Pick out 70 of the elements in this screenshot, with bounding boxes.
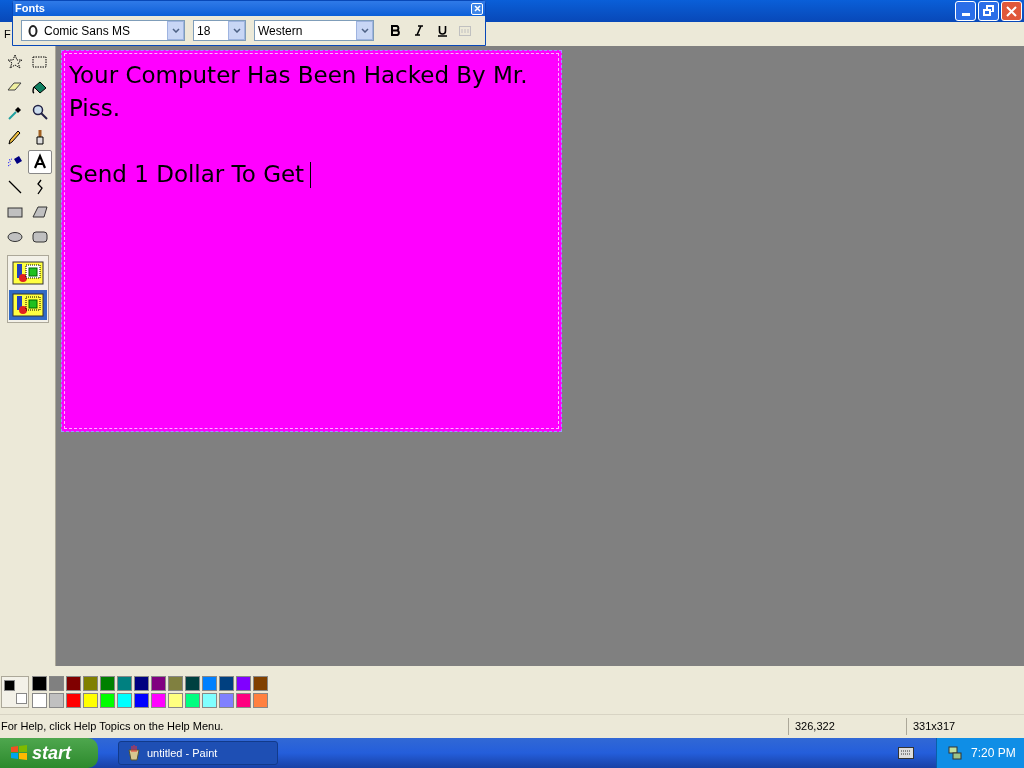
color-swatch[interactable] xyxy=(236,693,251,708)
underline-icon xyxy=(437,24,447,37)
network-icon[interactable] xyxy=(947,745,963,761)
rectangle-selection-icon xyxy=(31,53,49,71)
minimize-button[interactable] xyxy=(955,1,976,21)
canvas-text: Your Computer Has Been Hacked By Mr. xyxy=(69,61,528,90)
keyboard-icon[interactable] xyxy=(898,747,914,759)
color-swatch[interactable] xyxy=(202,676,217,691)
cursor-position: 326,322 xyxy=(788,718,906,735)
color-swatch[interactable] xyxy=(83,676,98,691)
color-swatch[interactable] xyxy=(32,693,47,708)
rounded-rectangle-icon xyxy=(31,228,49,246)
bold-icon xyxy=(391,25,401,36)
foreground-color-swatch[interactable] xyxy=(4,680,15,691)
line-icon xyxy=(6,178,24,196)
color-swatch[interactable] xyxy=(219,693,234,708)
status-help-text: For Help, click Help Topics on the Help Menu. xyxy=(0,719,225,735)
close-icon xyxy=(1006,5,1017,17)
color-swatch[interactable] xyxy=(236,676,251,691)
vertical-text-icon xyxy=(459,25,471,36)
color-swatch[interactable] xyxy=(151,693,166,708)
polygon-icon xyxy=(31,203,49,221)
color-swatch[interactable] xyxy=(100,693,115,708)
color-swatch[interactable] xyxy=(49,693,64,708)
paint-cup-icon xyxy=(127,745,141,761)
script-dropdown[interactable]: Western xyxy=(254,20,374,41)
font-dropdown[interactable]: Comic Sans MS xyxy=(21,20,185,41)
color-swatch[interactable] xyxy=(219,676,234,691)
color-swatch[interactable] xyxy=(253,693,268,708)
color-swatch[interactable] xyxy=(49,676,64,691)
color-swatch[interactable] xyxy=(117,693,132,708)
color-swatch[interactable] xyxy=(32,676,47,691)
color-selector[interactable] xyxy=(1,676,29,708)
color-swatch[interactable] xyxy=(168,676,183,691)
color-swatch[interactable] xyxy=(185,676,200,691)
close-icon xyxy=(473,5,481,12)
canvas-text: Send 1 Dollar To Get xyxy=(69,160,305,189)
close-button[interactable] xyxy=(1001,1,1022,21)
transparency-option[interactable] xyxy=(8,290,47,320)
star-selection-icon xyxy=(6,53,24,71)
canvas-text: Piss. xyxy=(69,94,121,123)
size-dropdown[interactable]: 18 xyxy=(193,20,246,41)
close-button[interactable] xyxy=(471,2,483,15)
color-swatch[interactable] xyxy=(134,676,149,691)
menu-item[interactable]: F xyxy=(3,25,12,43)
shapes-icon xyxy=(11,292,44,318)
color-swatch[interactable] xyxy=(202,693,217,708)
font-type-icon xyxy=(28,24,38,37)
color-swatch[interactable] xyxy=(66,676,81,691)
color-swatch[interactable] xyxy=(83,693,98,708)
color-swatch[interactable] xyxy=(168,693,183,708)
color-swatch[interactable] xyxy=(253,676,268,691)
windows-flag-icon xyxy=(10,744,28,762)
selection-size: 331x317 xyxy=(906,718,1024,735)
color-swatch[interactable] xyxy=(134,693,149,708)
start-button[interactable]: start xyxy=(0,738,98,768)
color-swatch[interactable] xyxy=(66,693,81,708)
color-swatch[interactable] xyxy=(100,676,115,691)
taskbar-button[interactable]: untitled - Paint xyxy=(118,741,278,765)
toolbar-title: Fonts xyxy=(15,1,45,17)
restore-button[interactable] xyxy=(978,1,999,21)
magnifier-icon xyxy=(31,103,49,121)
tool-button[interactable] xyxy=(28,150,52,174)
letter-a-icon xyxy=(31,153,49,171)
shapes-icon xyxy=(11,260,44,286)
color-swatch[interactable] xyxy=(117,676,132,691)
color-swatch[interactable] xyxy=(151,676,166,691)
color-swatch[interactable] xyxy=(185,693,200,708)
italic-icon xyxy=(415,25,423,36)
background-color-swatch[interactable] xyxy=(16,693,27,704)
